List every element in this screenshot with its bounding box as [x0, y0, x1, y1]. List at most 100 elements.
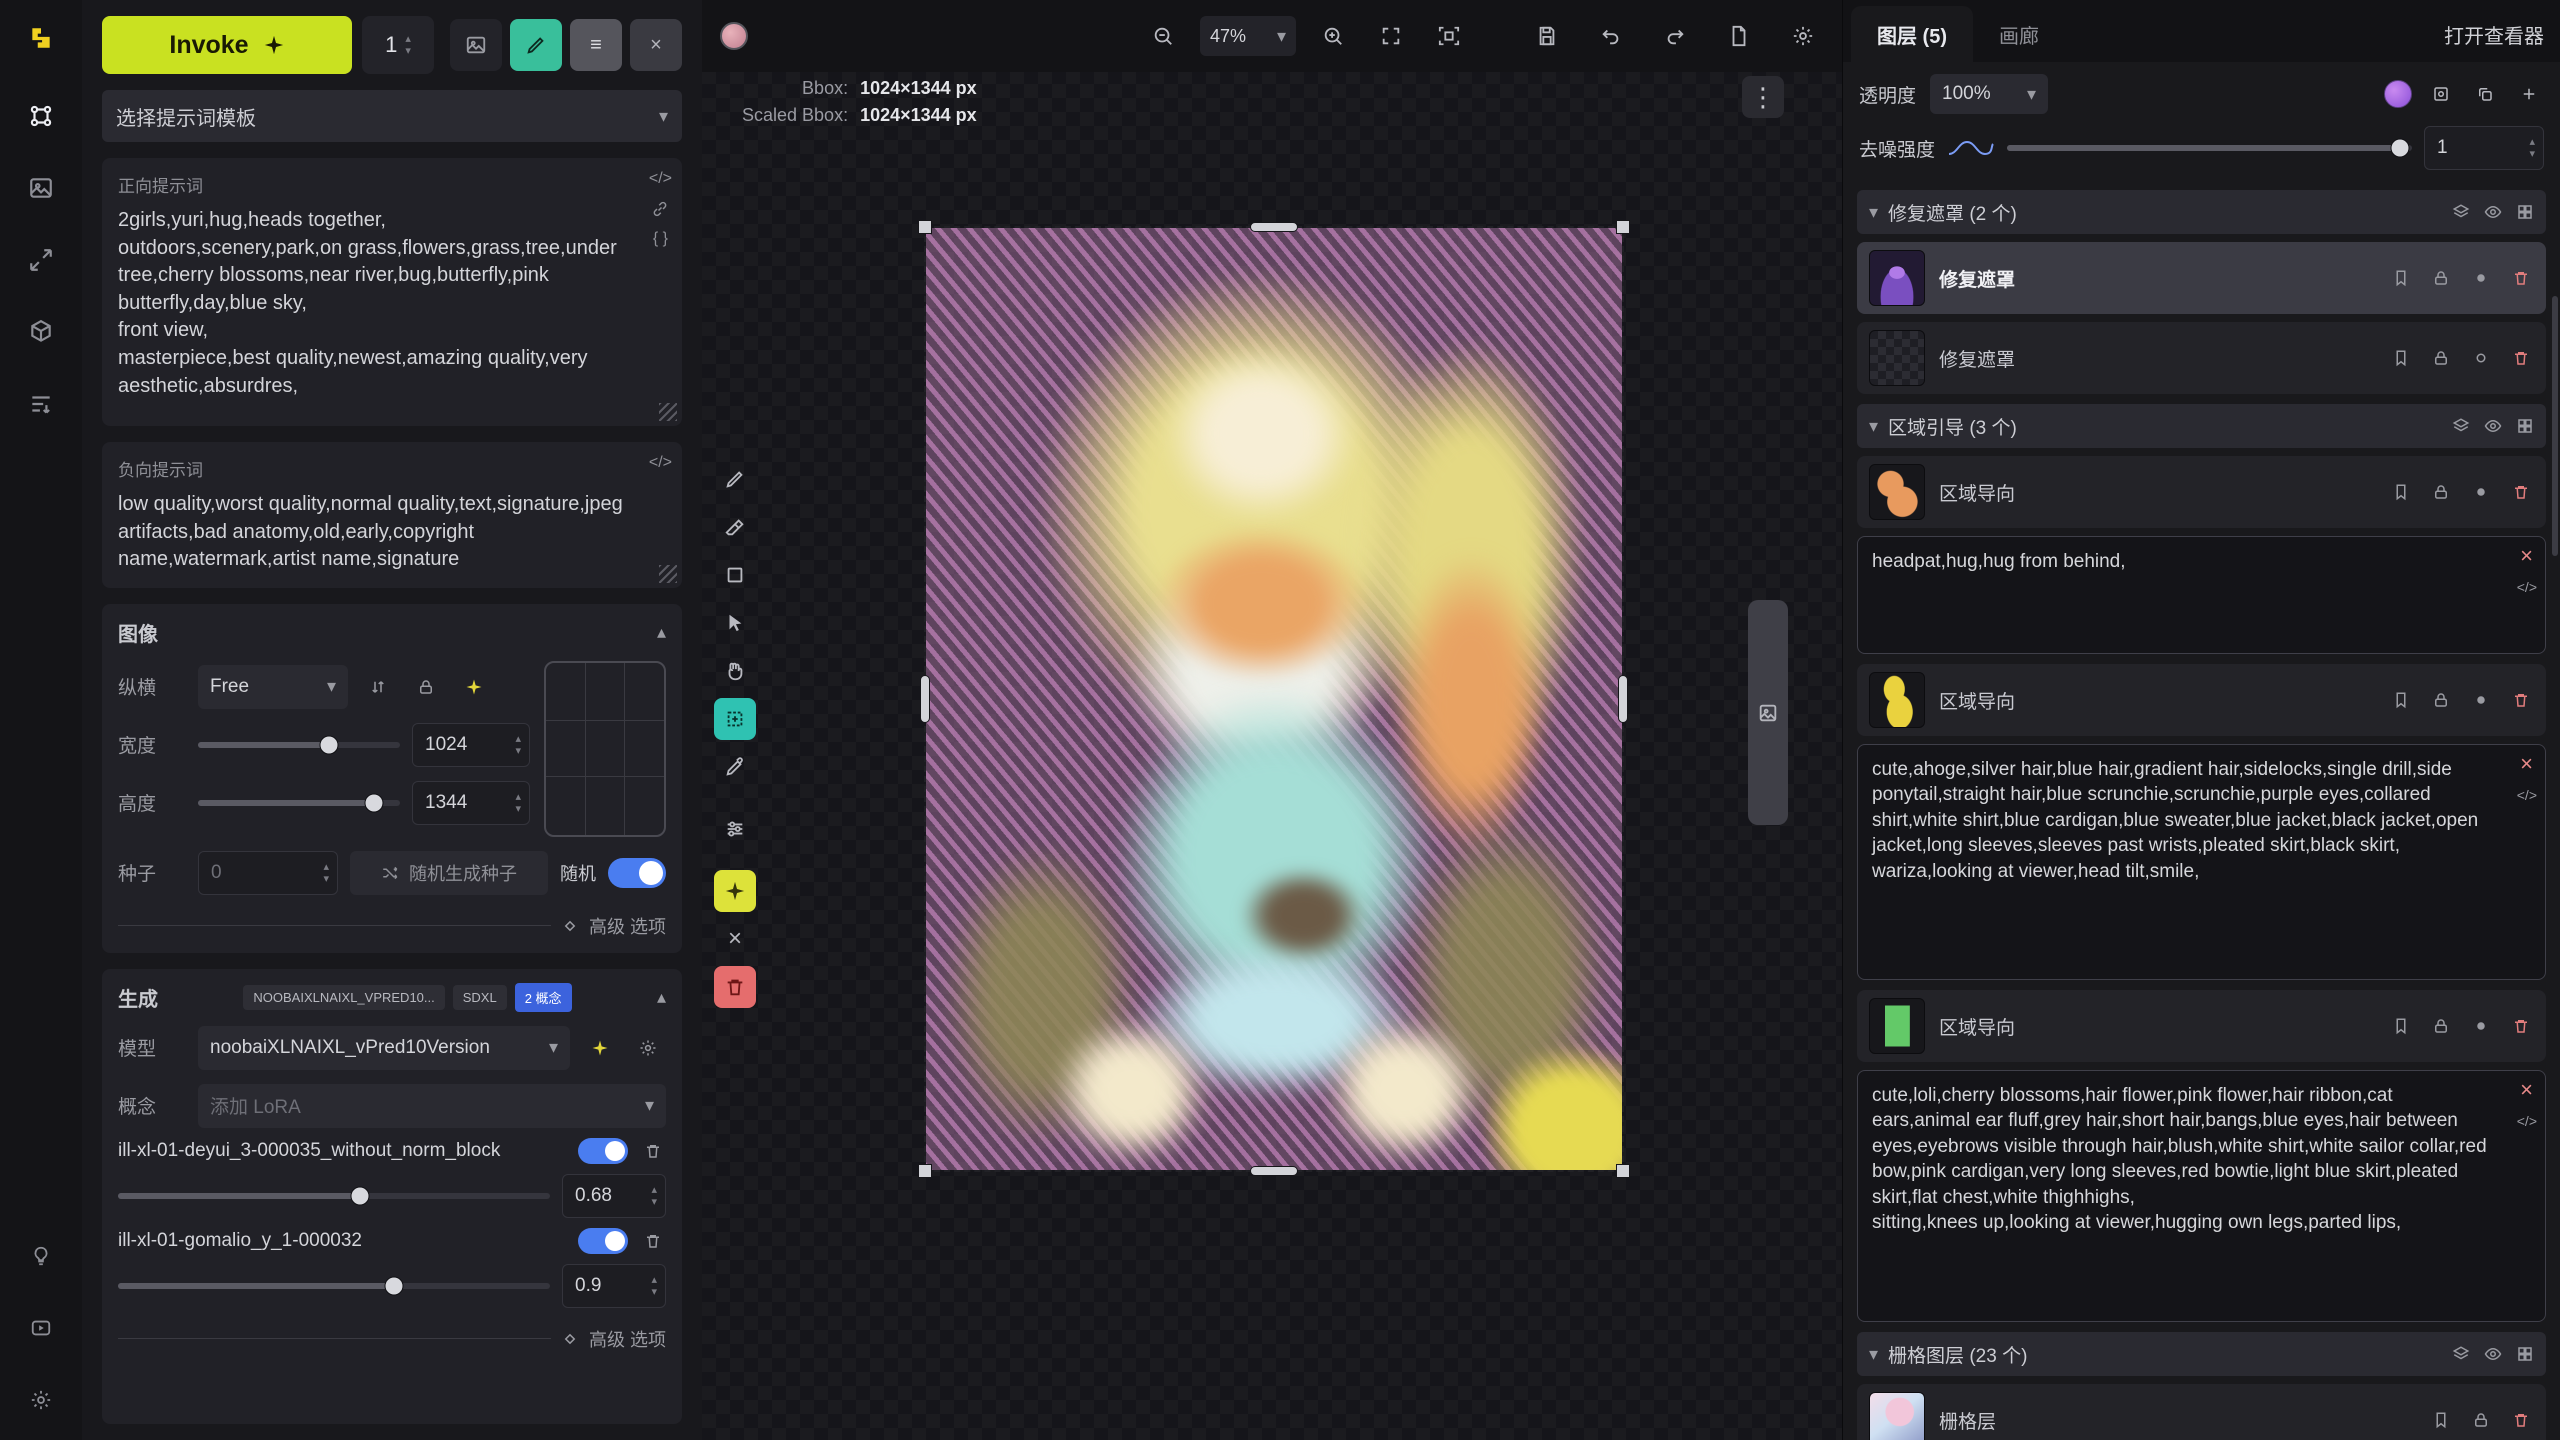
model-select[interactable]: noobaiXLNAIXL_vPred10Version ▾ [198, 1026, 570, 1070]
undo-button[interactable] [1590, 15, 1632, 57]
lora-weight-slider[interactable] [118, 1283, 550, 1289]
height-stepper[interactable]: 1344 ▴▾ [412, 781, 530, 825]
delete-layer-button[interactable] [2508, 687, 2534, 713]
layers-icon[interactable] [2452, 1345, 2470, 1363]
zoom-level-select[interactable]: 47% ▾ [1200, 16, 1296, 56]
eye-icon[interactable] [2484, 417, 2502, 435]
open-viewer-button[interactable]: 打开查看器 [2444, 6, 2544, 62]
settings-gear-icon[interactable] [19, 1378, 63, 1422]
delete-lora-button[interactable] [640, 1228, 666, 1254]
mask-color-swatch[interactable] [2384, 80, 2412, 108]
code-icon[interactable]: </> [2517, 787, 2537, 803]
canvas-viewport[interactable]: 47% ▾ [702, 0, 1842, 1440]
delete-layer-button[interactable] [2508, 1407, 2534, 1433]
draw-mode-button[interactable] [510, 19, 562, 71]
layer-thumbnail[interactable] [1869, 250, 1925, 306]
queue-count-stepper[interactable]: 1 ▴▾ [362, 16, 434, 74]
eye-icon[interactable] [2484, 1345, 2502, 1363]
regional-prompt-box[interactable]: cute,ahoge,silver hair,blue hair,gradien… [1857, 744, 2546, 980]
bbox-handle-bottom-left[interactable] [918, 1164, 932, 1178]
layer-row-raster[interactable]: 栅格层 [1857, 1384, 2546, 1440]
fit-bbox-button[interactable] [1428, 15, 1470, 57]
layer-row-inpaint-mask[interactable]: 修复遮罩 [1857, 242, 2546, 314]
section-regional-guidance[interactable]: ▾ 区域引导 (3 个) [1857, 404, 2546, 448]
tool-settings-button[interactable] [714, 808, 756, 850]
video-tutorials-icon[interactable] [19, 1306, 63, 1350]
staging-drawer-handle[interactable] [1748, 600, 1788, 825]
bookmark-icon[interactable] [2388, 479, 2414, 505]
width-slider[interactable] [198, 742, 400, 748]
brush-color-swatch[interactable] [720, 22, 748, 50]
canvas-settings-button[interactable] [1782, 15, 1824, 57]
bookmark-icon[interactable] [2388, 1013, 2414, 1039]
lock-icon[interactable] [2428, 1013, 2454, 1039]
collapse-icon[interactable]: ▴ [657, 987, 666, 1008]
bookmark-icon[interactable] [2388, 345, 2414, 371]
regional-prompt-box[interactable]: cute,loli,cherry blossoms,hair flower,pi… [1857, 1070, 2546, 1322]
model-settings-button[interactable] [630, 1030, 666, 1066]
bbox-handle-top-right[interactable] [1616, 220, 1630, 234]
regional-prompt-text[interactable]: cute,loli,cherry blossoms,hair flower,pi… [1872, 1083, 2495, 1236]
lora-enabled-toggle[interactable] [578, 1138, 628, 1164]
lora-enabled-toggle[interactable] [578, 1228, 628, 1254]
model-sparkle-button[interactable] [582, 1030, 618, 1066]
generation-bbox[interactable] [924, 226, 1624, 1172]
panel-scrollbar[interactable] [2552, 296, 2558, 556]
section-inpaint-masks[interactable]: ▾ 修复遮罩 (2 个) [1857, 190, 2546, 234]
menu-button[interactable]: ≡ [570, 19, 622, 71]
layer-row-regional-guidance[interactable]: 区域导向 [1857, 456, 2546, 528]
layer-thumbnail[interactable] [1869, 998, 1925, 1054]
delete-layer-button[interactable] [2508, 1013, 2534, 1039]
layer-row-regional-guidance[interactable]: 区域导向 [1857, 664, 2546, 736]
advanced-options-link[interactable]: 高级 选项 [589, 1326, 666, 1352]
delete-lora-button[interactable] [640, 1138, 666, 1164]
delete-prompt-button[interactable]: × [2520, 545, 2533, 567]
swap-dimensions-button[interactable] [360, 669, 396, 705]
brush-tool-button[interactable] [714, 458, 756, 500]
visibility-dot-icon[interactable] [2468, 345, 2494, 371]
lora-weight-stepper[interactable]: 0.68 ▴▾ [562, 1174, 666, 1218]
cancel-button[interactable]: × [714, 918, 756, 960]
visibility-dot-icon[interactable] [2468, 265, 2494, 291]
lora-weight-stepper[interactable]: 0.9 ▴▾ [562, 1264, 666, 1308]
link-icon[interactable] [651, 200, 669, 218]
layer-thumbnail[interactable] [1869, 672, 1925, 728]
layers-icon[interactable] [2452, 203, 2470, 221]
fit-view-button[interactable] [1370, 15, 1412, 57]
lock-aspect-button[interactable] [408, 669, 444, 705]
image-mode-button[interactable] [450, 19, 502, 71]
lock-icon[interactable] [2428, 265, 2454, 291]
section-raster-layers[interactable]: ▾ 栅格图层 (23 个) [1857, 1332, 2546, 1376]
zoom-in-button[interactable] [1312, 15, 1354, 57]
canvas-menu-button[interactable]: ⋮ [1742, 76, 1784, 118]
rect-tool-button[interactable] [714, 554, 756, 596]
optimize-size-button[interactable] [456, 669, 492, 705]
grid-icon[interactable] [2516, 203, 2534, 221]
visibility-dot-icon[interactable] [2468, 687, 2494, 713]
eye-icon[interactable] [2484, 203, 2502, 221]
delete-button[interactable] [714, 966, 756, 1008]
pan-tool-button[interactable] [714, 650, 756, 692]
lock-icon[interactable] [2428, 479, 2454, 505]
bbox-handle-bottom[interactable] [1250, 1166, 1298, 1176]
bbox-handle-right[interactable] [1618, 675, 1628, 723]
lora-weight-slider[interactable] [118, 1193, 550, 1199]
code-icon[interactable]: </> [649, 170, 672, 188]
bookmark-icon[interactable] [2388, 265, 2414, 291]
frame-image-icon[interactable] [2426, 79, 2456, 109]
random-seed-toggle[interactable] [608, 858, 666, 888]
random-seed-button[interactable]: 随机生成种子 [350, 851, 548, 895]
add-lora-select[interactable]: 添加 LoRA ▾ [198, 1084, 666, 1128]
bbox-tool-button[interactable] [714, 698, 756, 740]
visibility-dot-icon[interactable] [2468, 1013, 2494, 1039]
lock-icon[interactable] [2428, 687, 2454, 713]
collapse-icon[interactable]: ▴ [657, 622, 666, 643]
save-canvas-button[interactable] [1526, 15, 1568, 57]
redo-button[interactable] [1654, 15, 1696, 57]
layers-icon[interactable] [2452, 417, 2470, 435]
height-slider[interactable] [198, 800, 400, 806]
bbox-handle-bottom-right[interactable] [1616, 1164, 1630, 1178]
lock-icon[interactable] [2428, 345, 2454, 371]
lock-icon[interactable] [2468, 1407, 2494, 1433]
count-stepper-arrows[interactable]: ▴▾ [405, 33, 411, 57]
